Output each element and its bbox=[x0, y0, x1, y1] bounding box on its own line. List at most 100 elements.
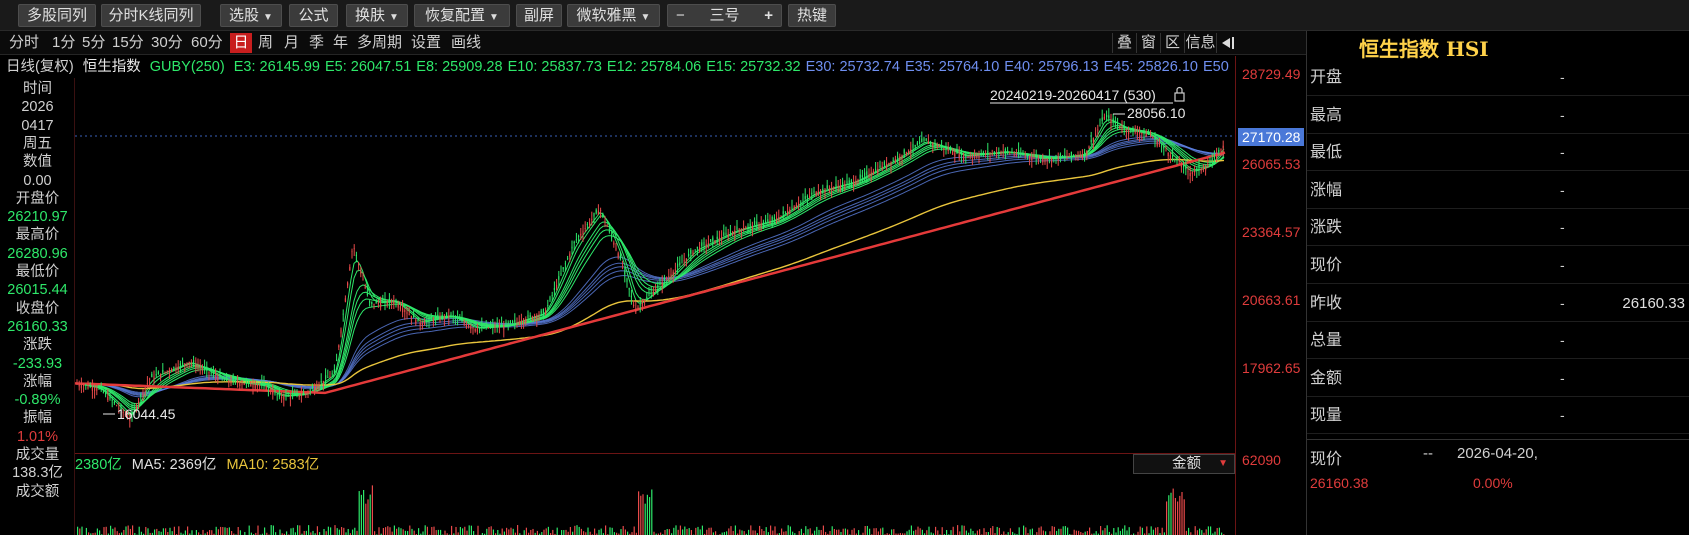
candle-body bbox=[219, 373, 221, 378]
volume-bar bbox=[389, 527, 391, 535]
candle-body bbox=[595, 209, 597, 214]
info-button[interactable]: 信息 bbox=[1184, 33, 1216, 53]
volume-bar bbox=[620, 529, 622, 535]
volume-bar bbox=[569, 526, 571, 535]
quote-row: 涨幅 - bbox=[1307, 172, 1689, 209]
skin-dropdown[interactable]: 换肤 ▼ bbox=[346, 4, 408, 27]
window-button[interactable]: 窗 bbox=[1136, 33, 1160, 53]
candle-body bbox=[683, 260, 685, 262]
candle-body bbox=[1084, 151, 1086, 155]
volume-bar bbox=[774, 526, 776, 535]
multi-stock-button[interactable]: 多股同列 bbox=[18, 4, 96, 27]
candle-body bbox=[91, 387, 93, 391]
candle-body bbox=[846, 181, 848, 184]
volume-bar bbox=[594, 528, 596, 535]
period-year[interactable]: 年 bbox=[331, 33, 350, 53]
candle-body bbox=[155, 374, 157, 376]
candle-body bbox=[142, 392, 144, 397]
volume-bar bbox=[822, 525, 824, 535]
candle-body bbox=[138, 401, 140, 404]
candle-body bbox=[1165, 150, 1167, 152]
candle-body bbox=[1200, 168, 1202, 171]
candle-body bbox=[842, 182, 844, 185]
volume-metric-dropdown[interactable]: 金额 ▼ bbox=[1133, 454, 1235, 474]
overlay-button[interactable]: 叠 bbox=[1112, 33, 1136, 53]
formula-button[interactable]: 公式 bbox=[289, 4, 338, 27]
volume-bar bbox=[561, 530, 563, 535]
volume-bar bbox=[110, 525, 112, 535]
restore-config-dropdown[interactable]: 恢复配置 ▼ bbox=[414, 4, 510, 27]
volume-bar bbox=[583, 531, 585, 535]
range-button[interactable]: 区 bbox=[1160, 33, 1184, 53]
period-60min[interactable]: 60分 bbox=[189, 33, 225, 53]
volume-bar bbox=[1201, 530, 1203, 535]
candle-body bbox=[318, 384, 320, 388]
volume-bar bbox=[290, 528, 292, 535]
candle-body bbox=[912, 143, 914, 148]
period-multi[interactable]: 多周期 bbox=[355, 33, 404, 53]
candle-body bbox=[384, 298, 386, 303]
period-week[interactable]: 周 bbox=[256, 33, 275, 53]
volume-bar bbox=[748, 529, 750, 535]
candle-body bbox=[732, 231, 734, 233]
volume-bar bbox=[363, 489, 365, 535]
volume-bar bbox=[611, 527, 613, 535]
volume-bar bbox=[497, 529, 499, 535]
candle-body bbox=[549, 297, 551, 301]
volume-bar bbox=[369, 494, 371, 535]
candle-body bbox=[316, 385, 318, 390]
font-dropdown[interactable]: 微软雅黑 ▼ bbox=[567, 4, 660, 27]
volume-bar bbox=[231, 530, 233, 535]
candle-body bbox=[580, 233, 582, 236]
period-day[interactable]: 日 bbox=[230, 33, 252, 53]
candle-body bbox=[1112, 118, 1114, 122]
volume-bar bbox=[587, 527, 589, 535]
collapse-panel-icon[interactable] bbox=[1216, 33, 1238, 53]
candle-body bbox=[105, 392, 107, 395]
candle-body bbox=[298, 394, 300, 398]
candle-body bbox=[661, 282, 663, 287]
stock-select-dropdown[interactable]: 选股 ▼ bbox=[220, 4, 282, 27]
left-panel-field: 时间 bbox=[23, 81, 52, 97]
volume-bar bbox=[1157, 527, 1159, 535]
candle-body bbox=[1123, 127, 1125, 129]
settings-button[interactable]: 设置 bbox=[409, 33, 443, 53]
second-screen-button[interactable]: 副屏 bbox=[516, 4, 562, 27]
volume-bar bbox=[536, 530, 538, 535]
draw-line-button[interactable]: 画线 bbox=[449, 33, 483, 53]
period-5min[interactable]: 5分 bbox=[80, 33, 107, 53]
kline-chart[interactable]: 20240219-20260417 (530) 28056.10 16044.45 bbox=[74, 78, 1235, 453]
hotkey-button[interactable]: 热键 bbox=[788, 4, 836, 27]
candle-body bbox=[347, 282, 349, 286]
quote-label: 最高 bbox=[1310, 106, 1343, 124]
indicator-formula[interactable]: GUBY(250) bbox=[150, 59, 225, 75]
left-panel-field: 26280.96 bbox=[7, 245, 68, 262]
period-intraday[interactable]: 分时 bbox=[7, 33, 41, 53]
quote-dash: - bbox=[1560, 106, 1565, 123]
volume-bar bbox=[409, 525, 411, 535]
volume-bar bbox=[1168, 495, 1170, 535]
volume-bar bbox=[1060, 528, 1062, 535]
volume-bar bbox=[279, 529, 281, 535]
period-1min[interactable]: 1分 bbox=[50, 33, 77, 53]
candle-body bbox=[540, 310, 542, 314]
volume-bar bbox=[79, 528, 81, 535]
font-size-increase-button[interactable]: + bbox=[764, 5, 773, 26]
candle-body bbox=[820, 190, 822, 194]
kline-same-column-button[interactable]: 分时K线同列 bbox=[101, 4, 201, 27]
candle-body bbox=[190, 362, 192, 364]
period-30min[interactable]: 30分 bbox=[149, 33, 185, 53]
candle-body bbox=[877, 168, 879, 173]
candle-body bbox=[523, 319, 525, 324]
left-panel-field: 1.01% bbox=[16, 428, 59, 445]
candle-body bbox=[151, 373, 153, 378]
volume-bar bbox=[433, 526, 435, 535]
period-quarter[interactable]: 季 bbox=[307, 33, 326, 53]
period-15min[interactable]: 15分 bbox=[110, 33, 146, 53]
candle-body bbox=[666, 278, 668, 280]
font-size-decrease-button[interactable]: − bbox=[676, 5, 685, 26]
volume-bar bbox=[378, 527, 380, 535]
candle-body bbox=[927, 141, 929, 145]
period-month[interactable]: 月 bbox=[282, 33, 301, 53]
candle-body bbox=[945, 147, 947, 149]
